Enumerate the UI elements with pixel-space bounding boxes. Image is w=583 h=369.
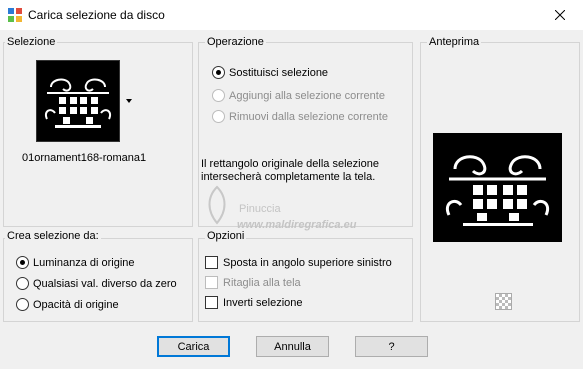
load-button[interactable]: Carica <box>157 336 230 357</box>
checkbox-indicator <box>205 276 218 289</box>
checkbox-invert-selection[interactable]: Inverti selezione <box>205 296 303 309</box>
close-icon <box>555 10 565 20</box>
radio-indicator[interactable] <box>212 66 225 79</box>
operation-group-title: Operazione <box>205 36 266 48</box>
radio-label: Luminanza di origine <box>33 256 135 269</box>
preview-group-title: Anteprima <box>427 36 482 48</box>
checkbox-move-top-left[interactable]: Sposta in angolo superiore sinistro <box>205 256 392 269</box>
radio-replace-selection[interactable]: Sostituisci selezione <box>212 66 328 79</box>
preview-zoom-button[interactable] <box>495 293 512 310</box>
radio-indicator[interactable] <box>16 256 29 269</box>
radio-label: Rimuovi dalla selezione corrente <box>229 110 388 123</box>
radio-add-to-selection: Aggiungi alla selezione corrente <box>212 89 385 102</box>
options-group-title: Opzioni <box>205 230 247 242</box>
checkbox-label: Inverti selezione <box>223 296 303 309</box>
radio-label: Sostituisci selezione <box>229 66 329 79</box>
radio-indicator <box>212 110 225 123</box>
radio-indicator <box>212 89 225 102</box>
radio-label: Qualsiasi val. diverso da zero <box>33 277 177 290</box>
title-bar: Carica selezione da disco <box>0 0 583 30</box>
radio-any-nonzero[interactable]: Qualsiasi val. diverso da zero <box>16 277 177 290</box>
radio-label: Opacità di origine <box>33 298 119 311</box>
radio-source-opacity[interactable]: Opacità di origine <box>16 298 119 311</box>
radio-remove-from-selection: Rimuovi dalla selezione corrente <box>212 110 388 123</box>
selection-thumbnail[interactable] <box>36 60 120 142</box>
ornament-thumbnail-icon <box>45 78 111 128</box>
preview-image <box>433 133 562 242</box>
thumbnail-dropdown-arrow[interactable] <box>126 99 132 103</box>
checkbox-indicator[interactable] <box>205 256 218 269</box>
help-button[interactable]: ? <box>355 336 428 357</box>
radio-indicator[interactable] <box>16 277 29 290</box>
selection-group-title: Selezione <box>5 36 58 48</box>
radio-label: Aggiungi alla selezione corrente <box>229 89 385 102</box>
radio-source-luminance[interactable]: Luminanza di origine <box>16 256 135 269</box>
checkbox-label: Ritaglia alla tela <box>223 276 301 289</box>
close-button[interactable] <box>537 0 583 30</box>
radio-indicator[interactable] <box>16 298 29 311</box>
operation-info-text: Il rettangolo originale della selezione … <box>201 158 379 183</box>
checkbox-label: Sposta in angolo superiore sinistro <box>223 256 392 269</box>
create-from-group-title: Crea selezione da: <box>5 230 101 242</box>
window-title: Carica selezione da disco <box>28 8 165 22</box>
app-icon <box>8 8 22 22</box>
selection-file-name: 01ornament168-romana1 <box>22 152 147 164</box>
cancel-button[interactable]: Annulla <box>256 336 329 357</box>
checkbox-indicator[interactable] <box>205 296 218 309</box>
checkbox-crop-to-canvas: Ritaglia alla tela <box>205 276 301 289</box>
ornament-preview-icon <box>446 155 549 226</box>
